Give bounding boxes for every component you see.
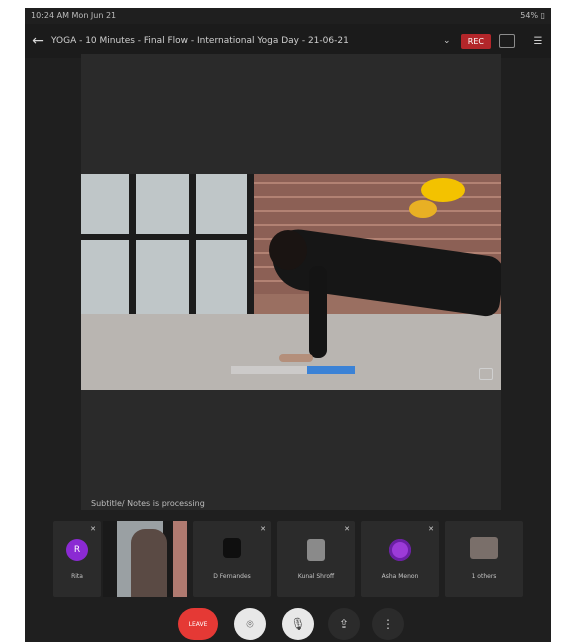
share-icon[interactable]: ⇪ bbox=[328, 608, 360, 640]
mic-off-icon: ✕ bbox=[428, 525, 434, 533]
video-lamp bbox=[421, 178, 465, 202]
participant-tile[interactable]: ✕ D Fernandes bbox=[193, 521, 271, 597]
participant-tile[interactable]: ✕ Kunal Shroff bbox=[277, 521, 355, 597]
video-window-frame bbox=[81, 234, 251, 240]
video-window-frame bbox=[247, 174, 254, 324]
participants-icon[interactable]: ☰ bbox=[525, 36, 551, 47]
more-options-icon[interactable]: ⋮ bbox=[372, 608, 404, 640]
participant-tile[interactable]: ✕ R Rita bbox=[53, 521, 101, 597]
status-right: 54% ▯ bbox=[520, 11, 545, 20]
video-person-arm bbox=[309, 266, 327, 358]
avatar-icon bbox=[389, 539, 411, 561]
end-call-button[interactable]: LEAVE bbox=[178, 608, 218, 640]
status-left: 10:24 AM Mon Jun 21 bbox=[31, 11, 117, 20]
main-stage: Subtitle/ Notes is processing bbox=[81, 54, 501, 510]
fullscreen-icon[interactable] bbox=[479, 368, 493, 380]
participant-name: Rita bbox=[71, 573, 83, 580]
chevron-down-icon[interactable]: ⌄ bbox=[441, 36, 453, 46]
shared-video[interactable] bbox=[81, 174, 501, 390]
video-lamp bbox=[409, 200, 437, 218]
mic-off-icon: ✕ bbox=[260, 525, 266, 533]
avatar-icon bbox=[307, 539, 325, 561]
top-bar: ← YOGA - 10 Minutes - Final Flow - Inter… bbox=[25, 24, 551, 58]
avatar: R bbox=[66, 539, 88, 561]
video-seek-progress bbox=[307, 366, 355, 374]
video-window bbox=[81, 174, 251, 324]
participant-name: Kunal Shroff bbox=[297, 573, 335, 580]
group-photo-icon bbox=[470, 537, 498, 559]
video-person-hand bbox=[279, 354, 313, 362]
avatar-icon bbox=[223, 538, 241, 558]
participant-video-tile[interactable] bbox=[103, 521, 187, 597]
video-person-head bbox=[269, 230, 307, 270]
layout-icon[interactable] bbox=[499, 34, 515, 48]
participant-tile[interactable]: ✕ Asha Menon bbox=[361, 521, 439, 597]
mic-off-icon: ✕ bbox=[344, 525, 350, 533]
call-controls: LEAVE ⌾ 🎙 ⇪ ⋮ bbox=[25, 606, 551, 642]
participant-tile[interactable]: 1 others bbox=[445, 521, 523, 597]
microphone-icon[interactable]: 🎙 bbox=[282, 608, 314, 640]
processing-notice: Subtitle/ Notes is processing bbox=[91, 499, 205, 508]
participant-name: Asha Menon bbox=[381, 573, 419, 580]
participant-strip: ✕ R Rita ✕ D Fernandes ✕ Kunal Shroff ✕ … bbox=[53, 521, 533, 597]
mic-off-icon: ✕ bbox=[90, 525, 96, 533]
recording-badge: REC bbox=[460, 33, 491, 49]
participant-video-person bbox=[131, 529, 167, 597]
video-floor bbox=[81, 314, 501, 390]
video-window-frame bbox=[129, 174, 136, 324]
meeting-app-window: 10:24 AM Mon Jun 21 54% ▯ ← YOGA - 10 Mi… bbox=[25, 8, 551, 642]
video-window-frame bbox=[189, 174, 196, 324]
camera-icon[interactable]: ⌾ bbox=[234, 608, 266, 640]
back-arrow-icon[interactable]: ← bbox=[25, 33, 51, 49]
participant-name: 1 others bbox=[471, 573, 497, 580]
status-bar: 10:24 AM Mon Jun 21 54% ▯ bbox=[25, 8, 551, 24]
participant-name: D Fernandes bbox=[213, 573, 251, 580]
meeting-title: YOGA - 10 Minutes - Final Flow - Interna… bbox=[51, 36, 349, 46]
